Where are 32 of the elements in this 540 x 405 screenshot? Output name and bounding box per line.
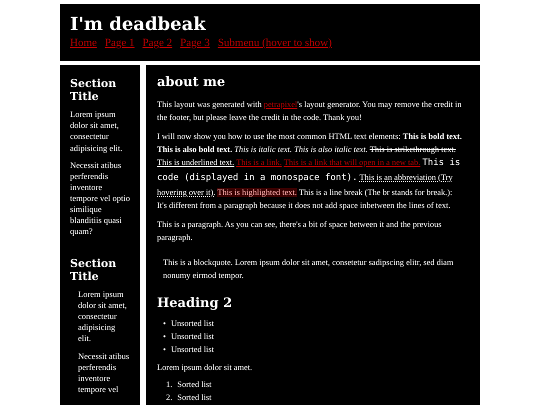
paragraph: This is a paragraph. As you can see, there's a bit of space between it and the previous paragraph. xyxy=(157,218,443,244)
intro-paragraph: This layout was generated with petrapixel's layout generator. You may remove the credit in the footer, but please leave the credit in the code. Thank you! xyxy=(157,99,463,124)
section-heading: Heading 2 xyxy=(157,296,234,312)
bullet: • xyxy=(163,319,166,330)
nav-link[interactable]: Page 2 xyxy=(142,37,172,49)
nav-link[interactable]: Submenu (hover to show) xyxy=(218,37,332,49)
nav-link[interactable]: Page 1 xyxy=(104,37,135,49)
sidebar-quote: Lorem ipsum dolor sit amet, consectetur adipisicing elit. xyxy=(77,289,128,344)
site-title: I'm deadbeak xyxy=(70,14,207,35)
list-item: Unsorted list xyxy=(170,332,214,342)
blockquote: This is a blockquote. Lorem ipsum dolor sit amet, consetetur sadipscing elitr, sed diam nonumy eirmod tempor. xyxy=(163,257,454,282)
text-link[interactable]: This is a link that will open in a new tab. xyxy=(284,158,420,168)
section-title: Section Title xyxy=(70,256,118,284)
text-elements-paragraph: I will now show you how to use the most common HTML text elements: This is bold text. This is also bold text. This is italic text. This is also italic text. This is strikethrough text. This is underlined text. This is a link. This is a link that will open in a new tab. This is code (displayed in a monospace font). This is an abbreviation (Try hovering over it). This is highlighted text. This is a line break (The br stands for break.): It's different from a paragraph because it does not add space inbetween the lines of text. xyxy=(157,131,463,212)
list-item: Sorted list xyxy=(177,393,212,404)
list-item: Unsorted list xyxy=(170,319,214,330)
sidebar-quote: Necessit atibus perferendis inventore tempore vel xyxy=(77,350,130,395)
nav-link[interactable]: Home xyxy=(70,37,97,49)
list-number: 2. xyxy=(166,393,172,404)
list-item: Unsorted list xyxy=(170,345,214,356)
bullet: • xyxy=(163,332,166,342)
page-heading: about me xyxy=(157,75,226,90)
sidebar-paragraph: Lorem ipsum dolor sit amet, consectetur adipisicing elit. xyxy=(70,109,124,154)
list-item: Sorted list xyxy=(177,380,212,390)
paragraph: Lorem ipsum dolor sit amet. xyxy=(157,362,254,374)
sidebar-paragraph: Necessit atibus perferendis inventore tempore vel optio similique blanditiis quasi quam? xyxy=(70,160,130,237)
nav-link[interactable]: Page 3 xyxy=(180,37,210,49)
text-link[interactable]: petrapixel xyxy=(264,100,298,109)
section-title: Section Title xyxy=(70,77,118,104)
bullet: • xyxy=(163,345,166,356)
list-number: 1. xyxy=(166,380,172,390)
text-link[interactable]: This is a link. xyxy=(236,158,282,168)
